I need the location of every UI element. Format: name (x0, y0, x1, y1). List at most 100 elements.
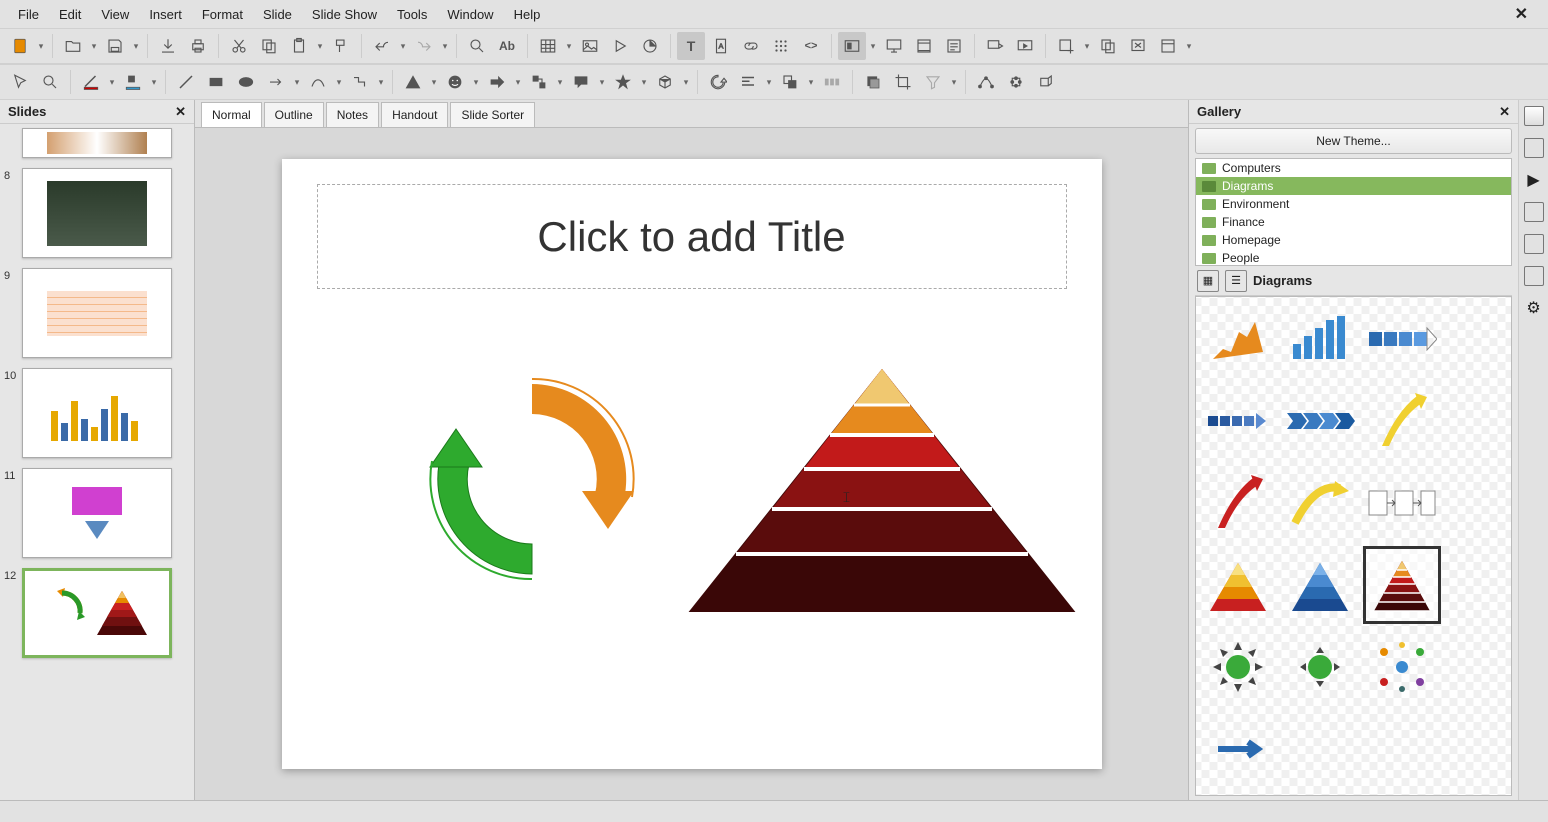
select-icon[interactable] (6, 68, 34, 96)
flowchart-icon[interactable] (525, 68, 553, 96)
crop-icon[interactable] (889, 68, 917, 96)
rotate-icon[interactable] (704, 68, 732, 96)
image-icon[interactable] (576, 32, 604, 60)
dropdown-icon[interactable]: ▾ (555, 77, 565, 88)
dropdown-icon[interactable]: ▾ (868, 41, 878, 52)
slide-transition-icon[interactable] (1524, 138, 1544, 158)
duplicate-slide-icon[interactable] (1094, 32, 1122, 60)
new-slide-icon[interactable] (1052, 32, 1080, 60)
dropdown-icon[interactable]: ▾ (315, 41, 325, 52)
textbox-icon[interactable]: T (677, 32, 705, 60)
dropdown-icon[interactable]: ▾ (149, 77, 159, 88)
spellcheck-icon[interactable]: Ab (493, 32, 521, 60)
shadow-icon[interactable] (859, 68, 887, 96)
block-arrows-icon[interactable] (483, 68, 511, 96)
slides-list[interactable]: 8 9 10 11 12 (0, 124, 194, 800)
connector-icon[interactable] (346, 68, 374, 96)
notes-icon[interactable] (940, 32, 968, 60)
presentation-icon[interactable] (880, 32, 908, 60)
gallery-item[interactable] (1284, 631, 1356, 703)
menu-file[interactable]: File (8, 3, 49, 26)
dropdown-icon[interactable]: ▾ (513, 77, 523, 88)
theme-item-environment[interactable]: Environment (1196, 195, 1511, 213)
menu-insert[interactable]: Insert (139, 3, 192, 26)
curve-icon[interactable] (304, 68, 332, 96)
tab-handout[interactable]: Handout (381, 102, 448, 127)
print-icon[interactable] (184, 32, 212, 60)
menu-help[interactable]: Help (504, 3, 551, 26)
dropdown-icon[interactable]: ▾ (764, 77, 774, 88)
pyramid-diagram-object[interactable] (682, 359, 1082, 619)
slide-show-icon[interactable] (1011, 32, 1039, 60)
styles-icon[interactable] (1524, 234, 1544, 254)
slide-thumb[interactable]: 9 (4, 268, 190, 358)
menu-tools[interactable]: Tools (387, 3, 437, 26)
dropdown-icon[interactable]: ▾ (334, 77, 344, 88)
dropdown-icon[interactable]: ▾ (949, 77, 959, 88)
gallery-item[interactable] (1284, 385, 1356, 457)
gallery-item[interactable] (1366, 631, 1438, 703)
arrow-line-icon[interactable] (262, 68, 290, 96)
gallery-item[interactable] (1284, 303, 1356, 375)
delete-slide-icon[interactable] (1124, 32, 1152, 60)
dropdown-icon[interactable]: ▾ (440, 41, 450, 52)
navigator-icon[interactable]: ⚙ (1524, 298, 1544, 318)
media-icon[interactable] (606, 32, 634, 60)
dropdown-icon[interactable]: ▾ (36, 41, 46, 52)
zoom-icon[interactable] (36, 68, 64, 96)
slide-thumb[interactable]: 11 (4, 468, 190, 558)
theme-item-computers[interactable]: Computers (1196, 159, 1511, 177)
star-icon[interactable] (609, 68, 637, 96)
dropdown-icon[interactable]: ▾ (107, 77, 117, 88)
slide-thumb[interactable]: 10 (4, 368, 190, 458)
title-placeholder[interactable]: Click to add Title (317, 184, 1067, 289)
cut-icon[interactable] (225, 32, 253, 60)
distribute-icon[interactable] (818, 68, 846, 96)
paste-icon[interactable] (285, 32, 313, 60)
theme-item-homepage[interactable]: Homepage (1196, 231, 1511, 249)
close-icon[interactable]: ✕ (1505, 0, 1538, 28)
find-icon[interactable] (463, 32, 491, 60)
icon-view-icon[interactable]: ▦ (1197, 270, 1219, 292)
slide-thumb[interactable]: 12 (4, 568, 190, 658)
save-icon[interactable] (101, 32, 129, 60)
grid-icon[interactable] (767, 32, 795, 60)
theme-item-people[interactable]: People (1196, 249, 1511, 266)
redo-icon[interactable] (410, 32, 438, 60)
dropdown-icon[interactable]: ▾ (89, 41, 99, 52)
gallery-item[interactable] (1366, 385, 1438, 457)
gluepoints-icon[interactable] (1002, 68, 1030, 96)
ellipse-icon[interactable] (232, 68, 260, 96)
symbol-shapes-icon[interactable] (441, 68, 469, 96)
callout-icon[interactable] (567, 68, 595, 96)
cycle-diagram-object[interactable] (382, 349, 682, 609)
menu-format[interactable]: Format (192, 3, 253, 26)
gallery-item[interactable] (1284, 549, 1356, 621)
dropdown-icon[interactable]: ▾ (376, 77, 386, 88)
hyperlink-icon[interactable] (737, 32, 765, 60)
layout-icon[interactable] (1154, 32, 1182, 60)
export-icon[interactable] (154, 32, 182, 60)
new-theme-button[interactable]: New Theme... (1195, 128, 1512, 154)
table-icon[interactable] (534, 32, 562, 60)
menu-window[interactable]: Window (437, 3, 503, 26)
dropdown-icon[interactable]: ▾ (564, 41, 574, 52)
chart-icon[interactable] (636, 32, 664, 60)
undo-icon[interactable] (368, 32, 396, 60)
textbox-vert-icon[interactable]: A (707, 32, 735, 60)
gallery-item[interactable] (1366, 549, 1438, 621)
dropdown-icon[interactable]: ▾ (429, 77, 439, 88)
dropdown-icon[interactable]: ▾ (1184, 41, 1194, 52)
list-view-icon[interactable]: ☰ (1225, 270, 1247, 292)
basic-shapes-icon[interactable] (399, 68, 427, 96)
line-icon[interactable] (172, 68, 200, 96)
new-doc-icon[interactable] (6, 32, 34, 60)
slide-thumb[interactable]: 8 (4, 168, 190, 258)
menu-slide[interactable]: Slide (253, 3, 302, 26)
gallery-icon[interactable] (1524, 266, 1544, 286)
close-icon[interactable]: ✕ (175, 104, 186, 120)
animation-icon[interactable]: ▶ (1524, 170, 1544, 190)
gallery-item[interactable] (1202, 467, 1274, 539)
arrange-icon[interactable] (776, 68, 804, 96)
gallery-item[interactable] (1202, 549, 1274, 621)
